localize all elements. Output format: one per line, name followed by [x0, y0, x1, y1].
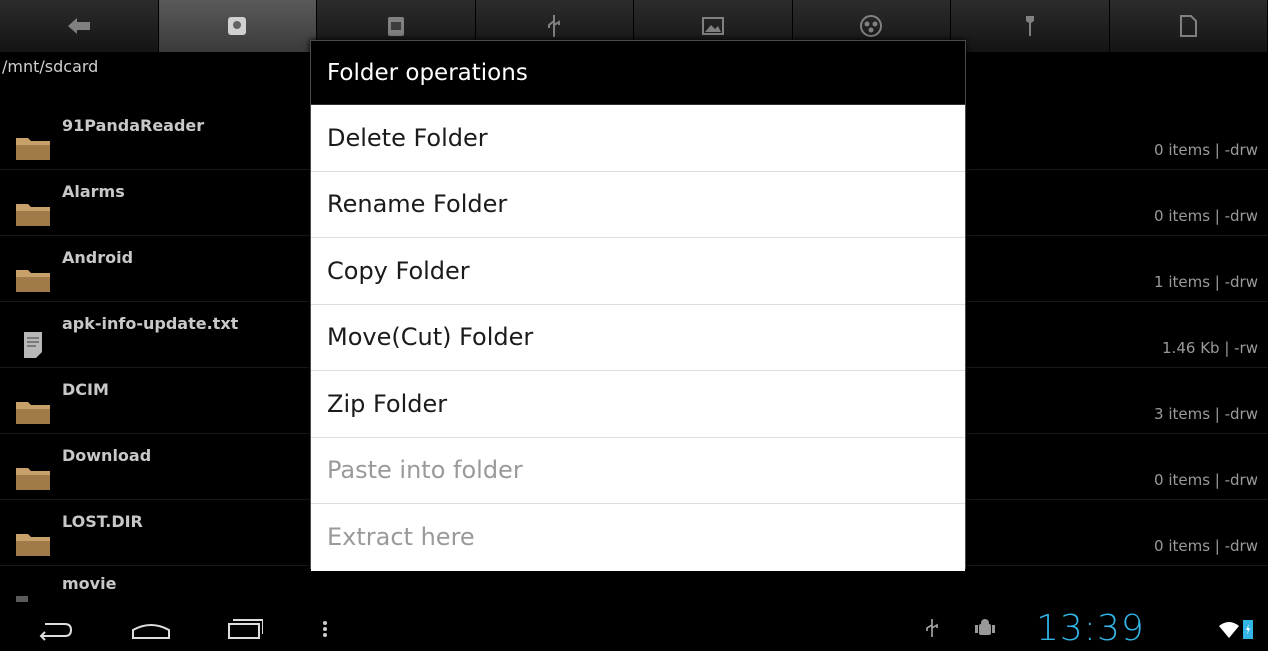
system-bar: 13:39: [0, 606, 1268, 651]
nav-back-button[interactable]: [30, 614, 80, 644]
folder-operations-dialog: Folder operations Delete Folder Rename F…: [310, 40, 966, 571]
file-row[interactable]: movie: [0, 566, 1268, 602]
file-meta: 1 items | -drw: [1154, 273, 1258, 291]
overflow-menu-button[interactable]: [315, 614, 335, 644]
file-name: apk-info-update.txt: [62, 314, 239, 333]
folder-icon: [16, 534, 50, 556]
file-meta: 1.46 Kb | -rw: [1162, 339, 1258, 357]
document-icon: [1180, 15, 1198, 37]
folder-icon: [16, 596, 28, 602]
nav-home-button[interactable]: [126, 614, 176, 644]
sdcard-icon: [228, 17, 247, 35]
file-name: 91PandaReader: [62, 116, 205, 135]
back-arrow-icon: [67, 18, 90, 34]
rename-folder-option[interactable]: Rename Folder: [311, 171, 965, 238]
back-icon: [39, 623, 73, 641]
image-icon: [701, 17, 724, 35]
extract-here-option: Extract here: [311, 504, 965, 571]
folder-icon: [16, 204, 50, 226]
file-name: LOST.DIR: [62, 512, 143, 531]
wifi-icon: [1219, 622, 1239, 638]
zip-folder-option[interactable]: Zip Folder: [311, 371, 965, 438]
move-cut-folder-option[interactable]: Move(Cut) Folder: [311, 304, 965, 371]
file-name: Android: [62, 248, 134, 267]
nav-recents-button[interactable]: [218, 614, 268, 644]
sd-icon: [387, 17, 404, 36]
android-debug-icon: [975, 619, 995, 635]
folder-icon: [16, 138, 50, 160]
folder-icon: [16, 468, 50, 490]
file-name: Download: [62, 446, 152, 465]
recents-icon: [228, 619, 263, 639]
usb-icon: [548, 15, 561, 37]
usb-icon: [926, 619, 938, 637]
copy-folder-option[interactable]: Copy Folder: [311, 238, 965, 305]
folder-icon: [16, 402, 50, 424]
video-icon: [860, 15, 883, 37]
file-meta: 0 items | -drw: [1154, 207, 1258, 225]
sdcard-tab[interactable]: [158, 0, 317, 52]
current-path: /mnt/sdcard: [2, 57, 99, 76]
file-meta: 3 items | -drw: [1154, 405, 1258, 423]
overflow-menu-icon: [323, 621, 327, 637]
tools-tab[interactable]: [951, 0, 1110, 52]
home-icon: [132, 624, 170, 639]
file-name: Alarms: [62, 182, 125, 201]
document-tab[interactable]: [1109, 0, 1268, 52]
file-meta: 0 items | -drw: [1154, 141, 1258, 159]
file-name: movie: [62, 574, 117, 593]
folder-icon: [16, 270, 50, 292]
delete-folder-option[interactable]: Delete Folder: [311, 105, 965, 172]
file-meta: 0 items | -drw: [1154, 471, 1258, 489]
clock: 13:39: [1036, 608, 1145, 649]
text-file-icon: [24, 332, 42, 358]
back-button[interactable]: [0, 0, 159, 52]
dialog-title: Folder operations: [311, 41, 965, 105]
file-meta: 0 items | -drw: [1154, 537, 1258, 555]
battery-icon: [1243, 620, 1253, 639]
file-name: DCIM: [62, 380, 109, 399]
paste-into-folder-option: Paste into folder: [311, 437, 965, 504]
tools-icon: [1025, 16, 1034, 36]
